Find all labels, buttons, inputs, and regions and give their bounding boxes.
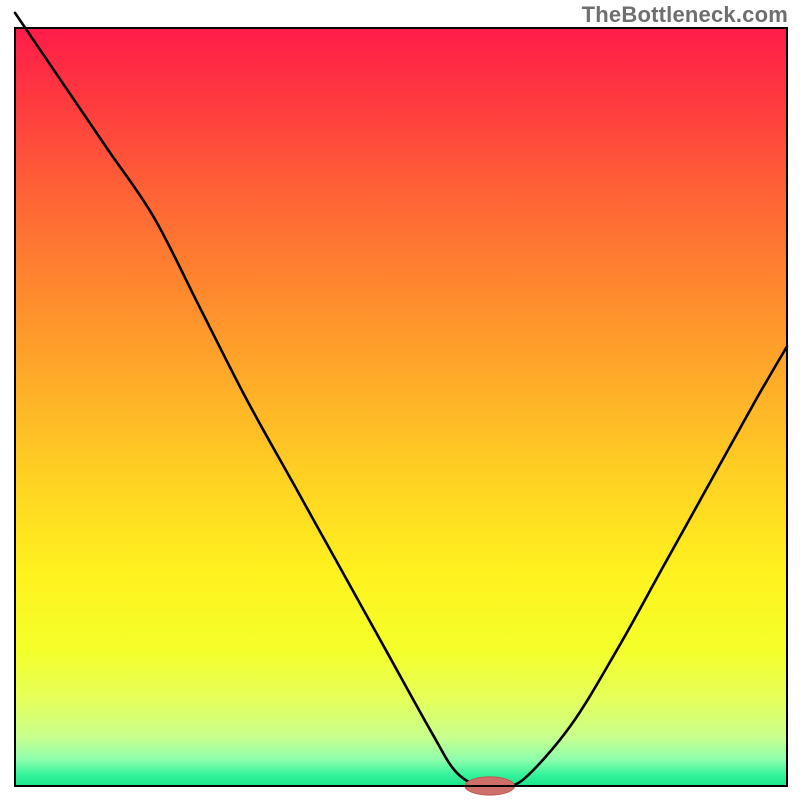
chart-container: { "watermark": "TheBottleneck.com", "col… (0, 0, 800, 800)
plot-background (15, 28, 787, 786)
watermark-text: TheBottleneck.com (582, 2, 788, 28)
bottleneck-chart (0, 0, 800, 800)
